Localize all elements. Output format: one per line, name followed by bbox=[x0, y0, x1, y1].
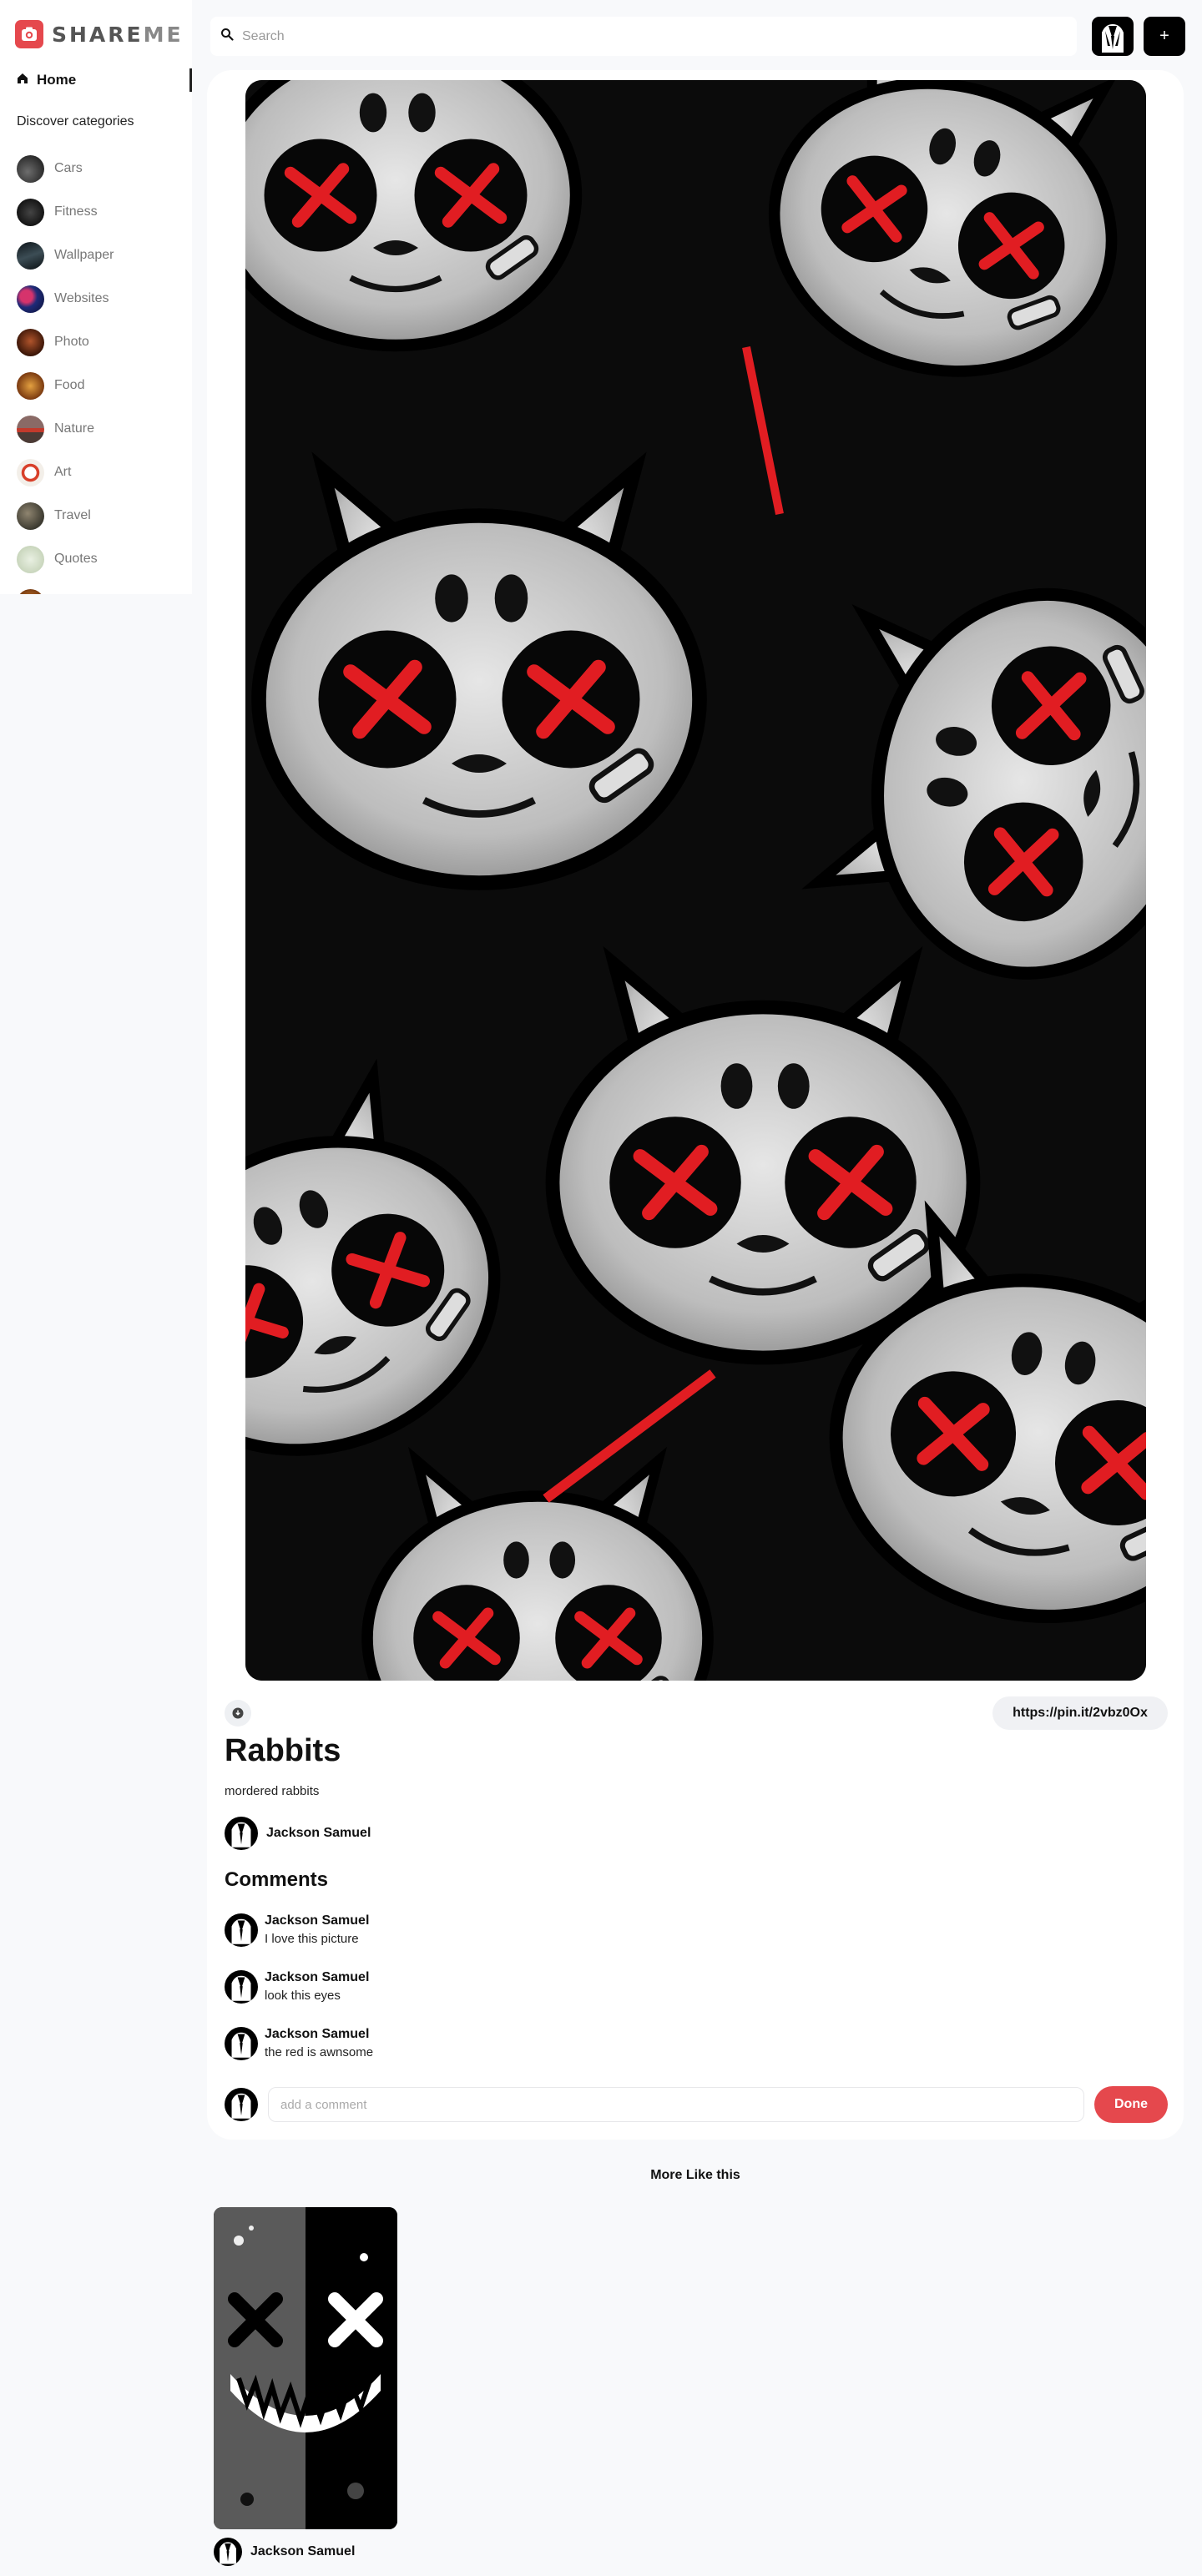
sidebar-item-cars[interactable]: Cars bbox=[17, 147, 114, 190]
avatar[interactable] bbox=[225, 2027, 258, 2060]
suit-icon bbox=[231, 1918, 251, 1944]
comment-text: I love this picture bbox=[265, 1932, 359, 1946]
author-name: Jackson Samuel bbox=[250, 2544, 356, 2558]
fitness-thumbnail bbox=[17, 198, 44, 226]
done-button[interactable]: Done bbox=[1094, 2086, 1168, 2123]
pin-description: mordered rabbits bbox=[225, 1784, 320, 1798]
category-label: Websites bbox=[54, 291, 109, 305]
wallpaper-thumbnail bbox=[17, 241, 44, 270]
add-comment-row: Done bbox=[225, 2086, 1168, 2123]
suit-icon bbox=[231, 1975, 251, 2001]
pin-title: Rabbits bbox=[225, 1733, 341, 1768]
search-input[interactable] bbox=[242, 17, 1077, 56]
suit-icon bbox=[231, 2032, 251, 2058]
profile-avatar-button[interactable] bbox=[1092, 17, 1134, 56]
avatar bbox=[225, 1817, 258, 1850]
travel-thumbnail bbox=[17, 502, 44, 530]
category-label: Cars bbox=[54, 161, 83, 175]
avatar bbox=[225, 2088, 258, 2121]
camera-icon bbox=[15, 20, 43, 48]
sidebar-item-nature[interactable]: Nature bbox=[17, 407, 114, 451]
comments-heading: Comments bbox=[225, 1868, 329, 1891]
sidebar-item-wallpaper[interactable]: Wallpaper bbox=[17, 234, 114, 277]
grin-face-artwork bbox=[214, 2207, 397, 2529]
comment-text: the red is awnsome bbox=[265, 2045, 374, 2059]
pin-detail-card: https://pin.it/2vbz0Ox Rabbits mordered … bbox=[207, 70, 1184, 2140]
rabbits-artwork bbox=[245, 80, 1146, 1681]
comment-author[interactable]: Jackson Samuel bbox=[265, 1913, 369, 1928]
suit-icon bbox=[220, 2542, 236, 2564]
category-label: Quotes bbox=[54, 552, 98, 566]
comment-item: Jackson Samuel I love this picture bbox=[225, 1912, 369, 1947]
cars-thumbnail bbox=[17, 154, 44, 183]
sidebar-item-photo[interactable]: Photo bbox=[17, 320, 114, 364]
categories-heading: Discover categories bbox=[17, 114, 134, 129]
category-label: Travel bbox=[54, 508, 91, 522]
logo[interactable]: SHAREME bbox=[15, 20, 184, 48]
download-icon bbox=[232, 1707, 244, 1719]
food-thumbnail bbox=[17, 371, 44, 400]
comment-item: Jackson Samuel look this eyes bbox=[225, 1969, 369, 2004]
plus-icon: + bbox=[1159, 27, 1169, 45]
related-pin-author[interactable]: Jackson Samuel bbox=[214, 2538, 397, 2566]
art-thumbnail bbox=[17, 458, 44, 486]
sidebar-item-label: Home bbox=[37, 72, 77, 88]
comment-text: look this eyes bbox=[265, 1989, 341, 2003]
related-pin[interactable]: Jackson Samuel bbox=[214, 2207, 397, 2566]
sidebar-item-websites[interactable]: Websites bbox=[17, 277, 114, 320]
nature-thumbnail bbox=[17, 415, 44, 443]
suit-icon bbox=[231, 1822, 251, 1848]
quotes-thumbnail bbox=[17, 545, 44, 573]
comment-author[interactable]: Jackson Samuel bbox=[265, 1970, 369, 1985]
pin-author[interactable]: Jackson Samuel bbox=[225, 1817, 371, 1850]
related-pin-image[interactable] bbox=[214, 2207, 397, 2529]
search-bar[interactable] bbox=[210, 17, 1077, 56]
more-like-this-heading: More Like this bbox=[650, 2168, 740, 2182]
home-icon bbox=[17, 72, 28, 88]
active-indicator bbox=[189, 68, 192, 92]
sidebar: SHAREME Home Discover categories Cars Fi… bbox=[0, 0, 192, 594]
source-link[interactable]: https://pin.it/2vbz0Ox bbox=[992, 1696, 1168, 1730]
add-pin-button[interactable]: + bbox=[1144, 17, 1185, 56]
category-label: Fitness bbox=[54, 204, 98, 219]
search-icon bbox=[220, 28, 234, 45]
author-name: Jackson Samuel bbox=[266, 1826, 371, 1840]
category-label: Food bbox=[54, 378, 85, 392]
avatar[interactable] bbox=[225, 1970, 258, 2004]
download-button[interactable] bbox=[225, 1700, 251, 1727]
comment-item: Jackson Samuel the red is awnsome bbox=[225, 2025, 373, 2060]
category-label: Wallpaper bbox=[54, 248, 114, 262]
category-label: Art bbox=[54, 465, 72, 479]
sidebar-item-home[interactable]: Home bbox=[17, 68, 192, 92]
category-label: Photo bbox=[54, 335, 89, 349]
category-thumbnail bbox=[17, 588, 44, 594]
sidebar-item-travel[interactable]: Travel bbox=[17, 494, 114, 537]
suit-icon bbox=[231, 2093, 251, 2119]
sidebar-item-art[interactable]: Art bbox=[17, 451, 114, 494]
sidebar-item-fitness[interactable]: Fitness bbox=[17, 190, 114, 234]
sidebar-item-quotes[interactable]: Quotes bbox=[17, 537, 114, 581]
comment-author[interactable]: Jackson Samuel bbox=[265, 2027, 373, 2042]
comment-input[interactable] bbox=[268, 2087, 1084, 2122]
logo-text: SHAREME bbox=[52, 22, 184, 47]
suit-icon bbox=[1102, 23, 1124, 53]
category-list: Cars Fitness Wallpaper Websites Photo Fo… bbox=[17, 147, 114, 594]
photo-thumbnail bbox=[17, 328, 44, 356]
pin-image[interactable] bbox=[245, 80, 1146, 1681]
sidebar-item-food[interactable]: Food bbox=[17, 364, 114, 407]
avatar[interactable] bbox=[225, 1913, 258, 1947]
sidebar-item-partial[interactable] bbox=[17, 581, 114, 594]
websites-thumbnail bbox=[17, 285, 44, 313]
category-label: Nature bbox=[54, 421, 95, 436]
avatar bbox=[214, 2538, 242, 2566]
